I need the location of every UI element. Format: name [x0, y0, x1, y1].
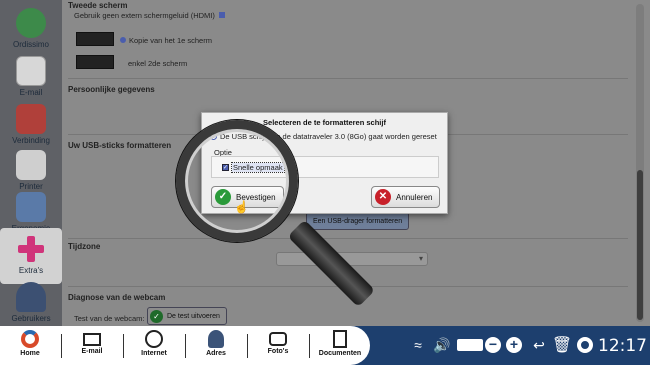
zoom-in-icon[interactable]: +	[505, 334, 523, 356]
sidebar-item-label: E-mail	[19, 88, 43, 97]
taskbar-photos[interactable]: Foto's	[250, 328, 306, 364]
volume-icon[interactable]: 🔊	[432, 334, 452, 356]
format-dialog: Selecteren de te formatteren schijf De U…	[201, 112, 448, 214]
taskbar-address[interactable]: Adres	[188, 328, 244, 364]
check-icon: ✓	[150, 309, 163, 323]
settings-sidebar: Ordissimo E-mail Verbinding Printer Ergo…	[0, 0, 62, 326]
usb-format-title: Uw USB-sticks formatteren	[68, 141, 172, 150]
printer-icon	[16, 150, 46, 180]
chevron-down-icon: ▾	[418, 254, 423, 263]
sidebar-item-label: Extra's	[18, 266, 44, 275]
taskbar-item-label: Internet	[141, 350, 167, 357]
hdmi-label: Gebruik geen extern schermgeluid (HDMI)	[74, 11, 215, 20]
usb-drive-option[interactable]: De USB schijf van de datatraveler 3.0 (8…	[210, 132, 437, 141]
webcam-test-label: Test van de webcam:	[74, 314, 145, 323]
trash-icon[interactable]: 🗑	[552, 334, 572, 356]
undo-icon[interactable]: ↩	[530, 334, 548, 356]
second-screen-title: Tweede scherm	[68, 1, 128, 10]
webcam-test-button-label: De test uitvoeren	[167, 312, 220, 320]
clock: 12:17	[598, 336, 647, 356]
check-icon: ✓	[215, 189, 231, 205]
sidebar-item-users[interactable]: Gebruikers	[0, 276, 62, 332]
mirror-screen-option[interactable]: Kopie van het 1e scherm	[120, 36, 212, 45]
taskbar-item-label: Adres	[206, 350, 226, 357]
user-icon	[16, 282, 46, 312]
personal-data-title: Persoonlijke gegevens	[68, 85, 155, 94]
email-icon	[83, 333, 101, 346]
help-icon[interactable]	[576, 334, 594, 356]
taskbar-documents[interactable]: Documenten	[312, 328, 368, 364]
contacts-icon	[208, 330, 224, 348]
taskbar-item-label: Home	[20, 350, 40, 357]
only-second-screen-label[interactable]: enkel 2de scherm	[128, 59, 187, 68]
hdmi-option[interactable]: Gebruik geen extern schermgeluid (HDMI)	[74, 11, 225, 20]
quick-format-checkbox[interactable]: ✓	[222, 164, 229, 171]
dialog-title: Selecteren de te formatteren schijf	[263, 118, 386, 127]
hand-cursor-icon: ☝	[234, 200, 249, 214]
plus-icon	[16, 234, 46, 264]
separator	[61, 334, 62, 358]
drive-radio[interactable]	[210, 133, 217, 140]
separator	[247, 334, 248, 358]
taskbar: Home E-mail Internet Adres Foto's Docume…	[0, 326, 650, 365]
taskbar-home[interactable]: Home	[2, 328, 58, 364]
tools-icon	[16, 104, 46, 134]
separator	[185, 334, 186, 358]
webcam-title: Diagnose van de webcam	[68, 293, 166, 302]
globe-icon	[145, 330, 163, 348]
ordissimo-icon	[16, 8, 46, 38]
home-icon	[21, 330, 39, 348]
taskbar-item-label: E-mail	[81, 348, 103, 355]
document-icon	[333, 330, 347, 348]
scrollbar-thumb[interactable]	[637, 170, 643, 320]
separator	[123, 334, 124, 358]
mirror-monitor-icon	[76, 32, 114, 46]
second-monitor-icon	[76, 55, 114, 69]
divider	[68, 238, 628, 239]
radio-selected[interactable]	[120, 37, 126, 43]
timezone-select[interactable]: ▾	[276, 252, 428, 266]
divider	[68, 78, 628, 79]
quick-format-label: Snelle opmaak	[231, 162, 285, 173]
dialog-message: De USB schijf van de datatraveler 3.0 (8…	[220, 132, 437, 141]
sidebar-item-label: Ordissimo	[12, 40, 49, 49]
webcam-test-button[interactable]: ✓ De test uitvoeren	[147, 307, 227, 325]
ergonomics-icon	[16, 192, 46, 222]
mirror-screen-label: Kopie van het 1e scherm	[129, 36, 212, 45]
sidebar-item-label: Gebruikers	[11, 314, 51, 323]
email-icon	[16, 56, 46, 86]
separator	[309, 334, 310, 358]
hdmi-checkbox[interactable]	[218, 12, 225, 18]
taskbar-internet[interactable]: Internet	[126, 328, 182, 364]
taskbar-item-label: Documenten	[318, 350, 362, 357]
format-usb-button[interactable]: Een USB-drager formatteren	[306, 212, 410, 230]
timezone-title: Tijdzone	[68, 242, 101, 251]
camera-icon	[269, 332, 287, 346]
cancel-button-label: Annuleren	[396, 192, 433, 202]
cancel-button[interactable]: ✕ Annuleren	[371, 186, 441, 208]
taskbar-item-label: Foto's	[267, 348, 289, 355]
close-icon: ✕	[375, 189, 391, 205]
wifi-icon[interactable]: ≈	[408, 334, 428, 356]
battery-icon[interactable]	[455, 334, 485, 356]
taskbar-email[interactable]: E-mail	[64, 328, 120, 364]
quick-format-option[interactable]: ✓ Snelle opmaak	[222, 162, 285, 173]
zoom-out-icon[interactable]: −	[484, 334, 502, 356]
